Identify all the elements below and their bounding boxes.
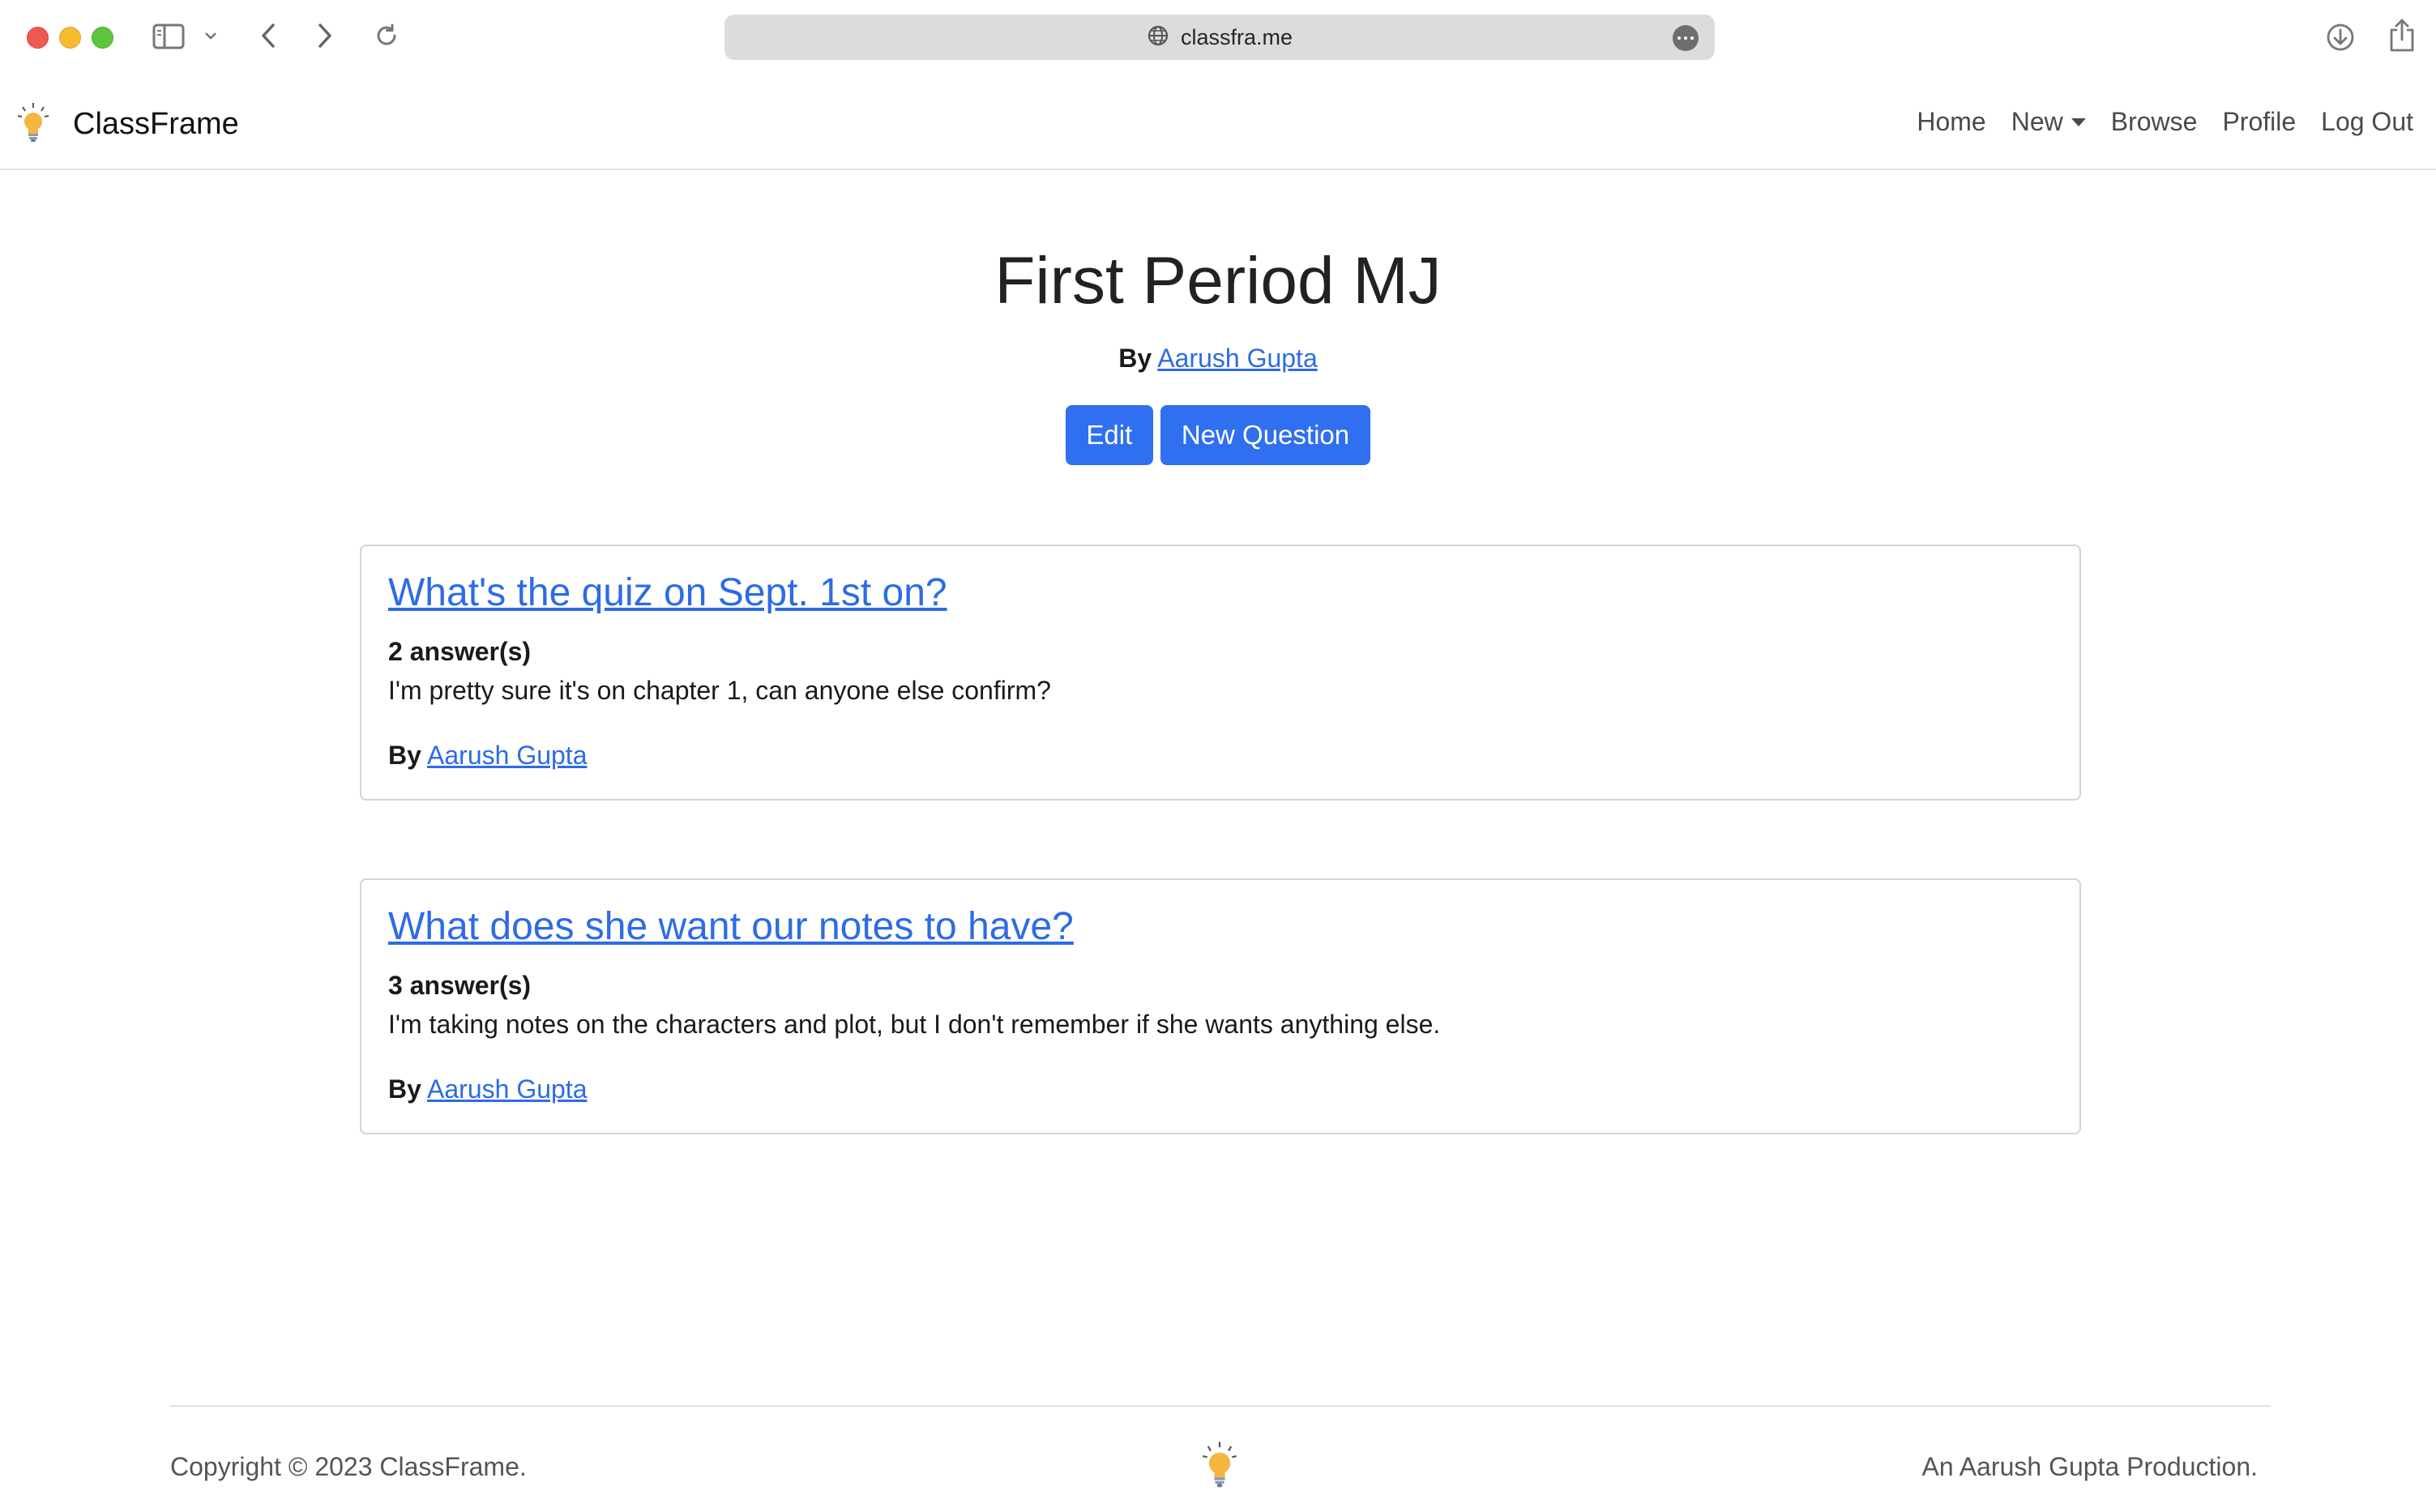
by-label: By — [388, 741, 421, 770]
footer-lightbulb-icon[interactable] — [1201, 1441, 1238, 1493]
footer-divider — [170, 1405, 2271, 1407]
by-label: By — [1118, 344, 1152, 373]
nav-links: Home New Browse Profile Log Out — [1891, 107, 2413, 137]
brand-name: ClassFrame — [73, 107, 239, 141]
footer-copyright: Copyright © 2023 ClassFrame. — [170, 1452, 527, 1481]
chevron-down-icon[interactable] — [203, 29, 219, 42]
nav-new-label: New — [2011, 107, 2063, 136]
new-question-button[interactable]: New Question — [1160, 405, 1371, 465]
by-label: By — [388, 1074, 421, 1104]
question-title-link[interactable]: What does she want our notes to have? — [388, 905, 1074, 949]
nav-new-dropdown[interactable]: New — [2011, 107, 2086, 137]
caret-down-icon — [2071, 117, 2086, 126]
screen: { "browser": { "url": "classfra.me" }, "… — [0, 0, 2436, 1512]
question-title-link[interactable]: What's the quiz on Sept. 1st on? — [388, 571, 947, 615]
url-text: classfra.me — [1180, 24, 1293, 49]
nav-log-out[interactable]: Log Out — [2321, 107, 2413, 137]
edit-button[interactable]: Edit — [1065, 405, 1153, 465]
question-byline: By Aarush Gupta — [388, 741, 587, 771]
navbar: ClassFrame Home New Browse Profile Log O… — [0, 75, 2436, 170]
back-icon[interactable] — [256, 21, 280, 50]
question-card: What does she want our notes to have? 3 … — [360, 878, 2081, 1134]
footer-tagline: An Aarush Gupta Production. — [1921, 1452, 2258, 1481]
class-byline: By Aarush Gupta — [0, 345, 2436, 371]
answer-count: 3 answer(s) — [388, 971, 532, 1000]
lightbulb-logo-icon — [16, 102, 50, 147]
reload-icon[interactable] — [373, 21, 400, 50]
question-author-link[interactable]: Aarush Gupta — [427, 1074, 587, 1104]
forward-icon[interactable] — [313, 21, 337, 50]
browser-toolbar: classfra.me — [0, 0, 2436, 75]
download-icon[interactable] — [2324, 21, 2357, 53]
question-byline: By Aarush Gupta — [388, 1074, 587, 1104]
nav-home[interactable]: Home — [1917, 107, 1985, 137]
author-link[interactable]: Aarush Gupta — [1157, 344, 1317, 373]
question-body: I'm taking notes on the characters and p… — [388, 1010, 1441, 1039]
question-author-link[interactable]: Aarush Gupta — [427, 741, 587, 770]
address-bar[interactable]: classfra.me — [724, 15, 1715, 60]
share-icon[interactable] — [2386, 16, 2418, 53]
page-title: First Period MJ — [994, 244, 1442, 318]
zoom-window-button[interactable] — [92, 27, 113, 49]
question-body: I'm pretty sure it's on chapter 1, can a… — [388, 676, 1051, 705]
nav-profile[interactable]: Profile — [2222, 107, 2296, 137]
answer-count: 2 answer(s) — [388, 637, 532, 666]
action-buttons: Edit New Question — [0, 405, 2436, 465]
close-window-button[interactable] — [27, 27, 49, 49]
globe-icon — [1147, 24, 1169, 51]
brand[interactable]: ClassFrame — [16, 102, 239, 147]
more-options-icon[interactable] — [1673, 25, 1699, 51]
sidebar-toggle-icon[interactable] — [152, 23, 185, 50]
question-card: What's the quiz on Sept. 1st on? 2 answe… — [360, 545, 2081, 801]
minimize-window-button[interactable] — [59, 27, 81, 49]
nav-browse[interactable]: Browse — [2111, 107, 2198, 137]
